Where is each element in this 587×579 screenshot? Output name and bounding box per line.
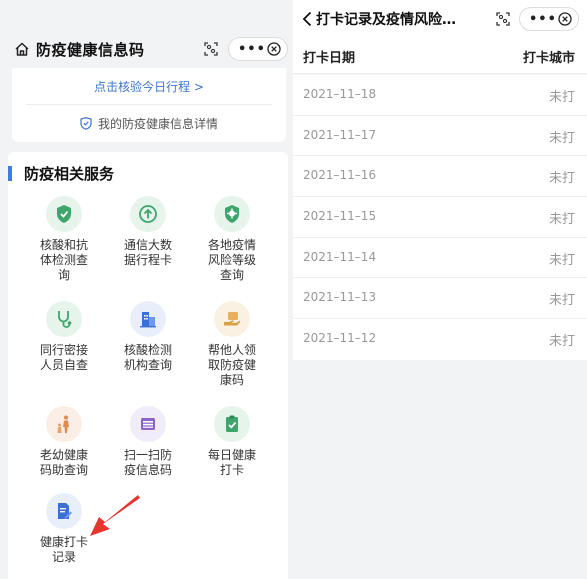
service-item-trip-card[interactable]: 通信大数据行程卡 <box>113 196 183 268</box>
verify-trip-link[interactable]: 点击核验今日行程 > <box>12 78 286 95</box>
section-title: 防疫相关服务 <box>24 165 115 183</box>
left-panel: 防疫健康信息码 ••• 点击核验今日行程 > 我的防疫健康信息详情 防疫相关服务 <box>0 0 293 579</box>
page-title: 打卡记录及疫情风险… <box>316 12 456 28</box>
building-icon <box>130 301 166 337</box>
checkin-table: 2021–11–18 未打 2021–11–17 未打 2021–11–16 未打 2… <box>293 75 587 360</box>
more-icon[interactable]: ••• <box>238 42 266 57</box>
column-header-city: 打卡城市 <box>522 51 575 66</box>
more-icon[interactable]: ••• <box>529 12 557 27</box>
right-nav-bar: 打卡记录及疫情风险… ••• <box>293 0 587 38</box>
service-item-checkin-record[interactable]: 健康打卡记录 <box>29 493 99 565</box>
service-item-elderly-child[interactable]: 老幼健康码助查询 <box>29 406 99 478</box>
table-row: 2021–11–14 未打 <box>293 238 587 279</box>
row-status: 未打 <box>548 90 575 105</box>
table-row: 2021–11–12 未打 <box>293 319 587 360</box>
clipboard-check-icon <box>214 406 250 442</box>
scan-icon[interactable] <box>204 42 218 56</box>
close-icon[interactable] <box>267 42 281 56</box>
services-card: 防疫相关服务 核酸和抗体检测查询 通信大数据行程卡 各地疫情风险等级查询 同行密… <box>8 152 288 579</box>
row-date: 2021–11–18 <box>303 87 377 101</box>
row-status: 未打 <box>548 252 575 268</box>
home-icon[interactable] <box>14 41 30 57</box>
service-label: 扫一扫防疫信息码 <box>123 448 172 477</box>
elderly-child-icon <box>46 406 82 442</box>
table-row: 2021–11–13 未打 <box>293 278 587 320</box>
table-header: 打卡日期 打卡城市 <box>293 38 587 74</box>
left-nav-bar: 防疫健康信息码 ••• <box>0 30 293 68</box>
service-label: 核酸和抗体检测查询 <box>39 238 88 282</box>
arrow-up-circle-icon <box>130 196 166 232</box>
row-status: 未打 <box>548 334 575 350</box>
row-status: 未打 <box>548 171 575 187</box>
table-row: 2021–11–16 未打 <box>293 156 587 198</box>
health-code-card: 点击核验今日行程 > 我的防疫健康信息详情 <box>12 68 286 142</box>
service-label: 同行密接人员自查 <box>39 343 88 372</box>
service-item-nucleic-test[interactable]: 核酸和抗体检测查询 <box>29 196 99 283</box>
column-header-date: 打卡日期 <box>303 51 356 66</box>
health-detail-label: 我的防疫健康信息详情 <box>97 117 218 131</box>
section-accent-bar <box>8 166 12 181</box>
service-label: 核酸检测机构查询 <box>123 343 172 372</box>
shield-test-icon <box>46 196 82 232</box>
row-date: 2021–11–15 <box>303 209 377 224</box>
right-panel: 打卡记录及疫情风险… ••• 打卡日期 打卡城市 2021–11–18 未打 20… <box>293 0 587 579</box>
service-item-risk-level[interactable]: 各地疫情风险等级查询 <box>197 196 267 283</box>
row-date: 2021–11–13 <box>303 290 377 305</box>
hand-card-icon <box>214 301 250 337</box>
document-edit-icon <box>46 493 82 529</box>
table-row: 2021–11–15 未打 <box>293 197 587 238</box>
table-row: 2021–11–17 未打 <box>293 116 587 157</box>
service-item-help-others[interactable]: 帮他人领取防疫健康码 <box>197 301 267 388</box>
scan-frame-icon <box>130 406 166 442</box>
close-icon[interactable] <box>558 12 572 26</box>
service-label: 各地疫情风险等级查询 <box>207 238 256 282</box>
service-item-daily-checkin[interactable]: 每日健康打卡 <box>197 406 267 478</box>
row-date: 2021–11–14 <box>303 249 377 264</box>
virus-shield-icon <box>214 196 250 232</box>
shield-icon <box>80 117 92 130</box>
service-item-scan-code[interactable]: 扫一扫防疫信息码 <box>113 406 183 478</box>
table-row: 2021–11–18 未打 <box>293 75 587 116</box>
service-item-test-agency[interactable]: 核酸检测机构查询 <box>113 301 183 373</box>
divider <box>26 104 272 105</box>
back-icon[interactable] <box>301 11 313 27</box>
service-item-close-contact[interactable]: 同行密接人员自查 <box>29 301 99 373</box>
scan-icon[interactable] <box>496 12 510 26</box>
row-date: 2021–11–12 <box>303 331 377 346</box>
row-date: 2021–11–17 <box>303 127 377 142</box>
page-title: 防疫健康信息码 <box>36 41 145 59</box>
service-label: 老幼健康码助查询 <box>39 448 88 477</box>
service-label: 健康打卡记录 <box>39 535 88 564</box>
service-label: 每日健康打卡 <box>207 448 256 477</box>
mini-program-capsule: ••• <box>228 37 288 61</box>
mini-program-capsule: ••• <box>519 7 579 31</box>
service-label: 通信大数据行程卡 <box>123 238 172 267</box>
health-detail-link[interactable]: 我的防疫健康信息详情 <box>12 115 286 132</box>
row-status: 未打 <box>548 212 575 228</box>
row-date: 2021–11–16 <box>303 168 377 183</box>
service-label: 帮他人领取防疫健康码 <box>207 343 256 387</box>
row-status: 未打 <box>548 130 575 146</box>
stethoscope-icon <box>46 301 82 337</box>
row-status: 未打 <box>548 293 575 309</box>
